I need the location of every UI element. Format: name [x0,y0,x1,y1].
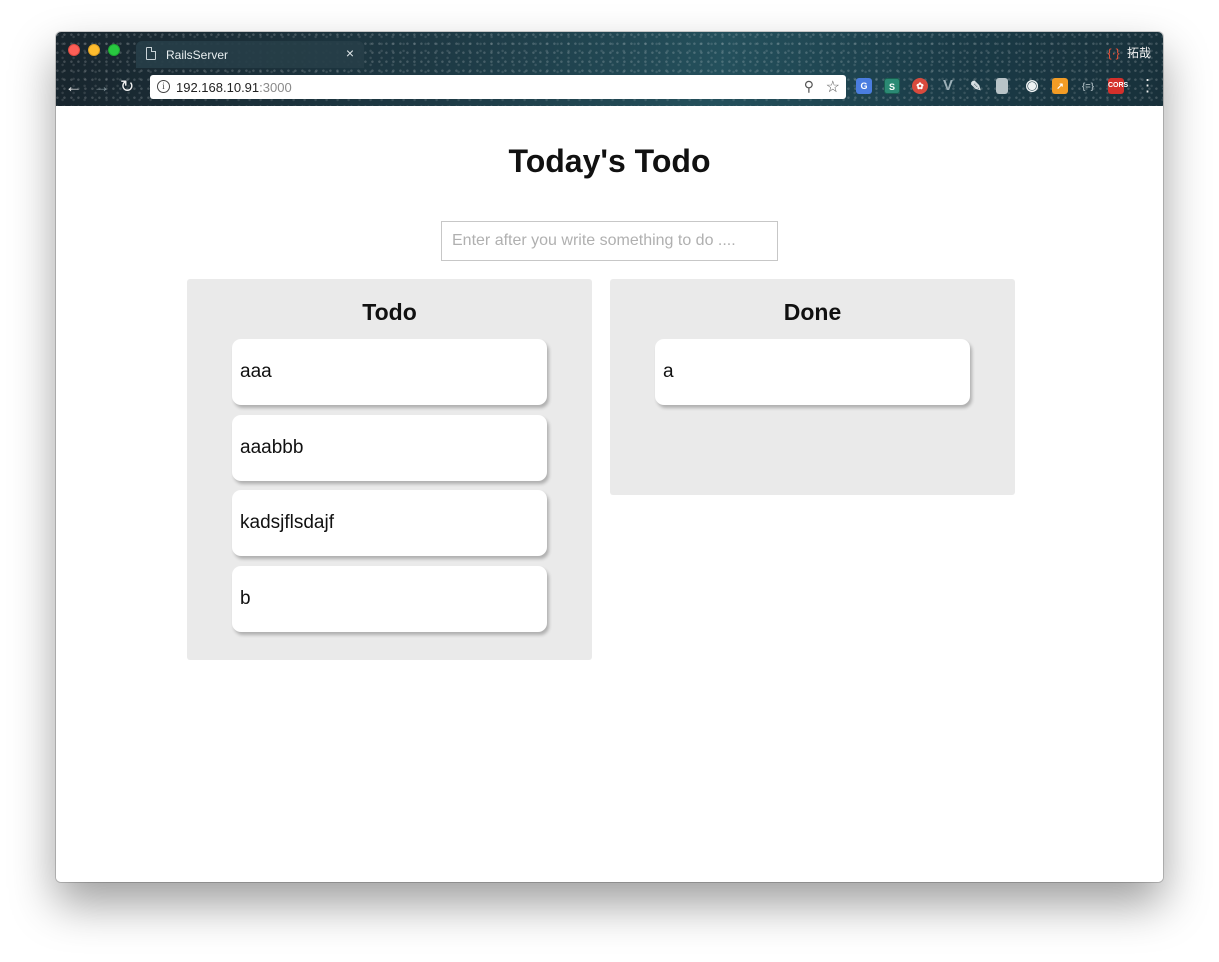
page-title: Today's Todo [508,143,711,179]
todo-card[interactable]: kadsjflsdajf [232,490,547,556]
todo-card[interactable]: aaa [232,339,547,405]
vue-devtools-icon[interactable]: V [940,78,956,94]
reload-button[interactable]: ↻ [120,77,134,97]
analytics-chart-icon[interactable]: ↗ [1052,78,1068,94]
info-icon[interactable]: i [157,80,170,93]
page-icon [146,47,156,60]
url-port: :3000 [259,80,292,95]
braces-icon[interactable]: {=} [1080,78,1096,94]
profile-icon: {·} [1107,46,1120,60]
browser-toolbar: ← → ↻ i 192.168.10.91:3000 ⚲ ☆ G S ✿ V ✎… [56,68,1163,106]
menu-icon[interactable]: ⋮ [1139,76,1156,96]
url-host: 192.168.10.91 [176,80,260,95]
profile-button[interactable]: {·} 拓哉 [1108,44,1151,61]
done-card[interactable]: a [655,339,970,405]
tab-railsserver[interactable]: RailsServer × [136,41,364,68]
forward-button[interactable]: → [93,77,110,97]
url-text[interactable]: 192.168.10.91:3000 [176,80,292,95]
pen-tool-icon[interactable]: ✎ [968,78,984,94]
tab-close-icon[interactable]: × [346,45,354,61]
back-button[interactable]: ← [65,77,82,97]
address-bar[interactable]: i 192.168.10.91:3000 ⚲ ☆ [150,75,846,99]
window-maximize-button[interactable] [108,44,120,56]
bookmark-star-icon[interactable]: ☆ [826,77,840,97]
new-todo-input[interactable] [441,221,778,261]
red-ladybug-icon[interactable]: ✿ [912,78,928,94]
s-extension-icon[interactable]: S [884,78,900,94]
todo-card[interactable]: b [232,566,547,632]
gray-square-icon[interactable] [996,78,1008,94]
page-viewport: Today's Todo Todo aaa aaabbb kadsjflsdaj… [56,106,1163,882]
zoom-icon[interactable]: ⚲ [804,78,814,95]
window-close-button[interactable] [68,44,80,56]
eye-icon[interactable]: ◉ [1024,78,1040,94]
google-translate-icon[interactable]: G [856,78,872,94]
cors-icon[interactable]: CORS [1108,78,1128,94]
tab-title: RailsServer [166,48,229,62]
tab-strip: RailsServer × {·} 拓哉 [56,32,1163,68]
todo-column[interactable]: Todo aaa aaabbb kadsjflsdajf b [187,279,592,660]
browser-window: RailsServer × {·} 拓哉 ← → ↻ i 192.168.10.… [56,32,1163,882]
todo-column-title: Todo [362,299,417,325]
profile-name: 拓哉 [1126,46,1151,60]
done-column[interactable]: Done a [610,279,1015,495]
done-column-title: Done [783,299,842,325]
todo-card[interactable]: aaabbb [232,415,547,481]
browser-chrome: RailsServer × {·} 拓哉 ← → ↻ i 192.168.10.… [56,32,1163,106]
window-minimize-button[interactable] [88,44,100,56]
